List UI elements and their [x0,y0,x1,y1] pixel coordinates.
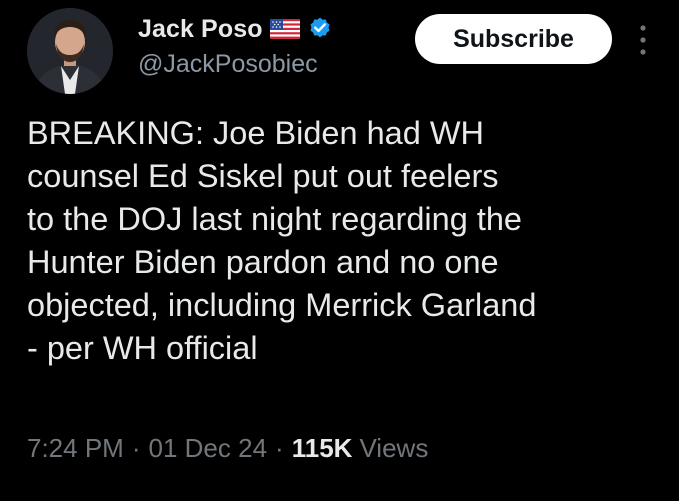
tweet-text-line: counsel Ed Siskel put out feelers [27,158,499,194]
us-flag-icon [269,19,300,39]
views-label: Views [359,432,429,463]
avatar-photo [27,8,113,94]
tweet-text-line: Hunter Biden pardon and no one [27,244,499,280]
tweet-text-line: BREAKING: Joe Biden had WH [27,115,484,151]
subscribe-button[interactable]: Subscribe [415,14,612,64]
tweet-text-line: objected, including Merrick Garland [27,287,537,323]
avatar[interactable] [27,8,113,94]
author-handle[interactable]: @JackPosobiec [138,50,318,79]
views-count: 115K [291,432,353,463]
separator-dot: · [131,432,141,463]
tweet-time[interactable]: 7:24 PM [27,433,124,464]
author-display-name[interactable]: Jack Poso [138,15,263,44]
tweet-metadata: 7:24 PM · 01 Dec 24 · 115K Views [27,428,428,468]
more-vertical-icon[interactable] [632,20,654,60]
tweet-text: BREAKING: Joe Biden had WH counsel Ed Si… [27,112,667,370]
separator-dot: · [275,432,284,463]
tweet-card: Jack Poso @JackPosobiec Subscribe BREAKI… [0,0,679,501]
tweet-date[interactable]: 01 Dec 24 [149,433,268,464]
tweet-text-line: to the DOJ last night regarding the [27,201,523,237]
tweet-text-line: - per WH official [27,330,258,366]
author-name-row: Jack Poso [138,12,333,46]
verified-badge-icon[interactable] [307,16,333,42]
